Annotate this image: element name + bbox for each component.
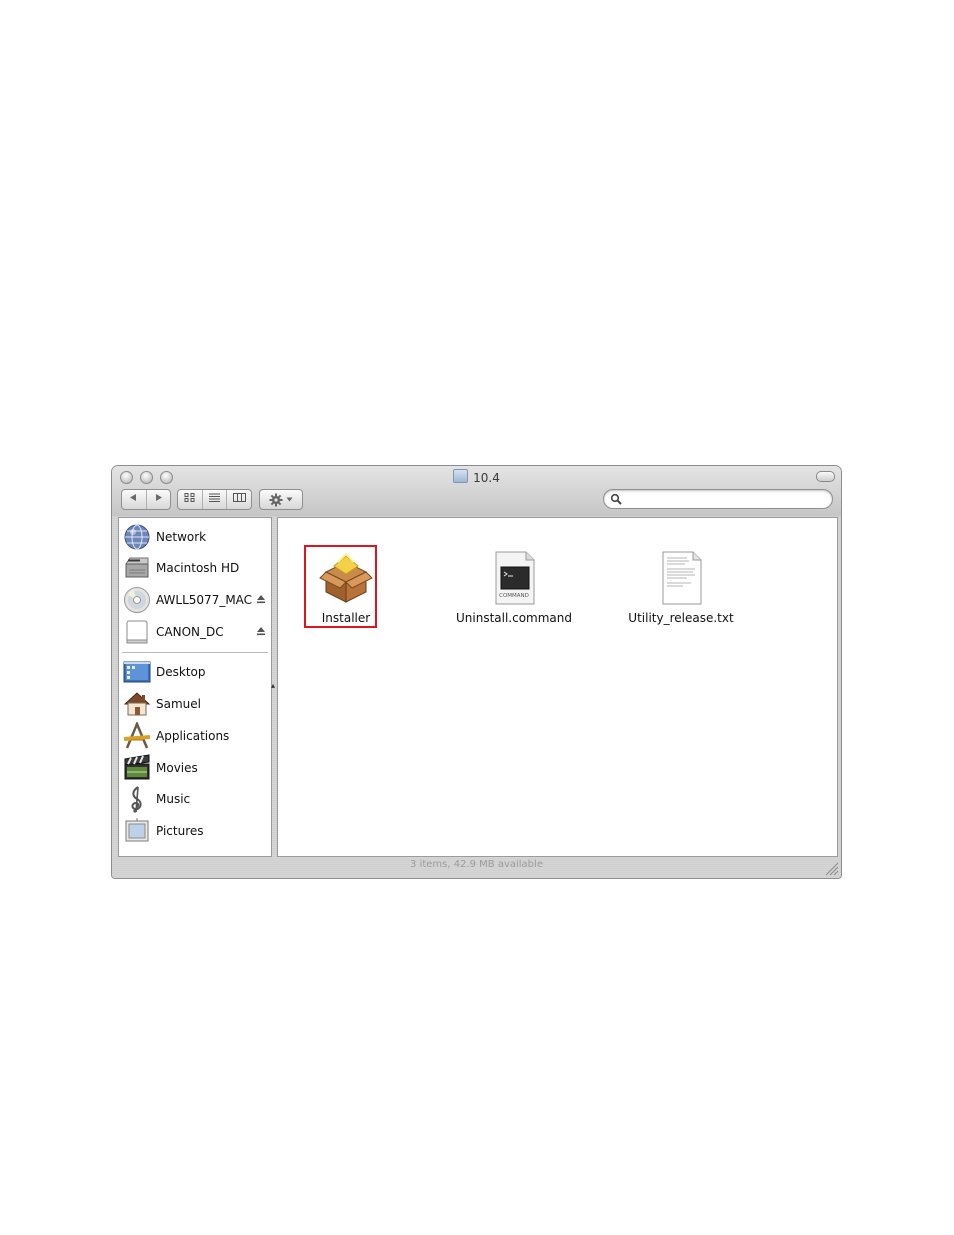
picture-frame-icon xyxy=(123,817,151,845)
file-name: Installer xyxy=(321,611,371,625)
home-icon xyxy=(123,690,151,718)
sidebar-item-label: Music xyxy=(156,792,191,806)
sidebar-item-label: Samuel xyxy=(156,697,201,711)
sidebar-item-label: AWLL5077_MAC xyxy=(156,593,253,607)
package-box-icon xyxy=(318,550,374,606)
sidebar-item-label: Movies xyxy=(156,761,198,775)
window-title-text: 10.4 xyxy=(473,471,500,485)
file-browser: Installer COMMAND Uninstall.command Util… xyxy=(277,517,838,857)
sidebar-item-desktop[interactable]: Desktop xyxy=(123,658,268,686)
right-triangle-icon xyxy=(155,494,162,501)
back-forward-buttons xyxy=(121,489,171,510)
network-globe-icon xyxy=(123,523,151,551)
window-title: 10.4 xyxy=(112,469,841,485)
sidebar-item-label: Network xyxy=(156,530,207,544)
file-icon-caption: COMMAND xyxy=(499,593,529,599)
icon-view-button[interactable] xyxy=(178,490,202,509)
left-triangle-icon xyxy=(130,494,137,501)
title-bar[interactable]: 10.4 xyxy=(112,466,841,516)
applications-icon xyxy=(123,720,151,750)
sidebar-item-pictures[interactable]: Pictures xyxy=(123,817,268,845)
sidebar-item-network[interactable]: Network xyxy=(123,523,268,551)
file-item-utility-release-txt[interactable]: Utility_release.txt xyxy=(621,550,741,625)
search-field[interactable] xyxy=(603,489,833,509)
sidebar-item-canon-dc[interactable]: CANON_DC xyxy=(123,618,268,646)
column-view-icon xyxy=(232,493,246,502)
chevron-down-icon xyxy=(286,497,293,502)
removable-disk-icon xyxy=(123,618,151,646)
command-file-icon: COMMAND xyxy=(486,550,542,606)
sidebar-item-applications[interactable]: Applications xyxy=(123,720,268,750)
sidebar-item-awll5077-mac[interactable]: AWLL5077_MAC xyxy=(123,586,268,614)
sidebar-item-label: CANON_DC xyxy=(156,625,224,639)
view-mode-buttons xyxy=(177,489,252,510)
file-name: Utility_release.txt xyxy=(628,611,734,625)
sidebar-item-macintosh-hd[interactable]: Macintosh HD xyxy=(123,554,268,582)
eject-icon[interactable] xyxy=(256,594,266,604)
list-view-icon xyxy=(209,493,220,502)
status-text: 3 items, 42.9 MB available xyxy=(410,859,543,870)
hard-drive-icon xyxy=(123,554,151,582)
icon-view-icon xyxy=(184,493,195,502)
action-menu-button[interactable] xyxy=(259,489,303,510)
finder-window: 10.4 Network Macintosh HD AWLL5077_MAC C… xyxy=(112,466,841,878)
folder-icon xyxy=(453,469,469,483)
search-icon xyxy=(610,493,622,505)
sidebar: Network Macintosh HD AWLL5077_MAC CANON_… xyxy=(118,517,272,857)
sidebar-item-label: Pictures xyxy=(156,824,204,838)
column-view-button[interactable] xyxy=(226,490,251,509)
cd-disc-icon xyxy=(123,586,151,614)
sidebar-item-label: Macintosh HD xyxy=(156,561,240,575)
sidebar-item-label: Applications xyxy=(156,729,230,743)
desktop-icon xyxy=(123,658,151,686)
sidebar-divider xyxy=(122,652,268,653)
sidebar-item-movies[interactable]: Movies xyxy=(123,754,268,782)
clapboard-icon xyxy=(123,754,151,782)
splitter-handle[interactable]: ▴ xyxy=(271,681,276,690)
text-document-icon xyxy=(653,550,709,606)
eject-icon[interactable] xyxy=(256,626,266,636)
file-item-installer[interactable]: Installer xyxy=(286,550,406,625)
forward-button[interactable] xyxy=(145,490,171,509)
sidebar-item-samuel[interactable]: Samuel xyxy=(123,690,268,718)
toolbar-toggle-button[interactable] xyxy=(816,471,835,482)
file-item-uninstall-command[interactable]: COMMAND Uninstall.command xyxy=(454,550,574,625)
music-note-icon xyxy=(123,785,151,813)
file-name: Uninstall.command xyxy=(455,611,572,625)
back-button[interactable] xyxy=(122,490,146,509)
gear-icon xyxy=(269,493,283,506)
sidebar-item-music[interactable]: Music xyxy=(123,785,268,813)
status-bar: 3 items, 42.9 MB available xyxy=(112,856,841,878)
resize-grip-icon[interactable] xyxy=(823,860,839,876)
sidebar-item-label: Desktop xyxy=(156,665,206,679)
list-view-button[interactable] xyxy=(201,490,227,509)
search-input[interactable] xyxy=(626,491,822,505)
